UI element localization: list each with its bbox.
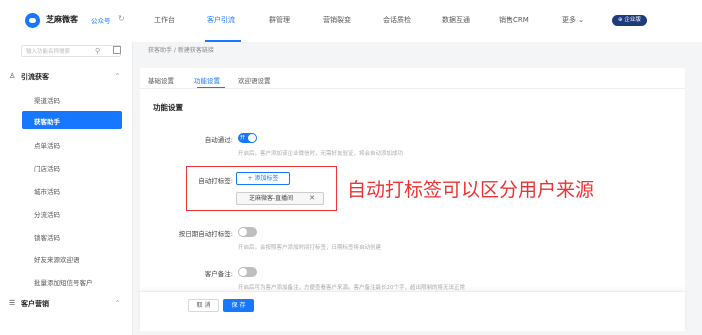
nav-session-qc[interactable]: 会话质检	[383, 15, 411, 25]
auto-pass-label: 自动通过:	[204, 136, 233, 144]
remark-toggle[interactable]	[238, 267, 257, 277]
nav-workbench[interactable]: 工作台	[154, 15, 175, 25]
sidebar-item-order-code[interactable]: 点单活码	[34, 140, 60, 150]
toggle-knob	[248, 134, 256, 142]
breadcrumb: 获客助手 / 新建获客链接	[148, 47, 214, 54]
nav-marketing-fission[interactable]: 营销裂变	[323, 15, 351, 25]
nav-data-sync[interactable]: 数据互通	[442, 15, 470, 25]
chevron-up-icon[interactable]: ^	[115, 300, 120, 307]
nav-sales-crm[interactable]: 销售CRM	[499, 15, 529, 25]
sidebar-item-welcome-msg[interactable]: 好友来源欢迎语	[34, 254, 80, 264]
sidebar-item-city-code[interactable]: 城市活码	[34, 186, 60, 196]
sidebar-item-channel-code[interactable]: 渠道活码	[34, 95, 60, 105]
toggle-knob	[239, 268, 247, 276]
active-tab-indicator	[197, 87, 225, 88]
section-title: 功能设置	[153, 103, 183, 112]
auto-pass-hint: 开启后，客户添加该企业微信时，无需好友验证，将会自动添加成功	[238, 151, 404, 157]
date-tag-toggle[interactable]	[238, 227, 257, 237]
sidebar-item-acquisition-assistant[interactable]: 获客助手	[22, 111, 122, 129]
nav-group-management[interactable]: 群管理	[269, 15, 290, 25]
tab-welcome-settings[interactable]: 欢迎语设置	[238, 75, 271, 85]
add-tag-button[interactable]: + 添加标签	[236, 172, 290, 185]
tab-divider	[140, 88, 685, 89]
sidebar-group-marketing[interactable]: 客户营销	[21, 299, 49, 309]
sidebar-item-lock-code[interactable]: 锁客活码	[34, 232, 60, 242]
account-type[interactable]: 公众号	[91, 15, 111, 25]
user-icon: ♙	[9, 72, 16, 80]
date-tag-label: 按日期自动打标签:	[178, 230, 233, 238]
brand-name: 芝麻微客	[46, 15, 78, 24]
sidebar-item-split-code[interactable]: 分流活码	[34, 209, 60, 219]
logo-icon	[25, 13, 40, 28]
save-button[interactable]: 保 存	[223, 299, 254, 312]
tab-feature-settings[interactable]: 功能设置	[194, 75, 220, 85]
sidebar-item-store-code[interactable]: 门店活码	[34, 163, 60, 173]
remark-label: 客户备注:	[204, 270, 233, 278]
annotation-text: 自动打标签可以区分用户来源	[347, 179, 595, 201]
nav-more[interactable]: 更多 ⌄	[562, 15, 584, 25]
close-icon[interactable]: ✕	[309, 193, 315, 204]
sidebar	[0, 42, 133, 335]
search-input[interactable]: 输入功能名称搜索	[21, 45, 121, 57]
date-tag-hint: 开启后，会按照客户添加时间打标签，日期标签将自动创建	[238, 245, 382, 251]
chevron-up-icon[interactable]: ^	[115, 73, 120, 80]
toggle-knob	[239, 228, 247, 236]
calendar-icon[interactable]	[113, 46, 121, 54]
cancel-button[interactable]: 取 消	[188, 299, 219, 312]
sidebar-item-sms-import[interactable]: 批量添加短信号客户	[34, 277, 93, 287]
sidebar-item-label: 获客助手	[34, 118, 60, 126]
auto-tag-label: 自动打标签:	[198, 177, 233, 185]
refresh-icon[interactable]: ↻	[118, 14, 125, 23]
nav-customer-acquisition[interactable]: 客户引流	[207, 15, 235, 25]
enterprise-badge: ⊕ 企业版	[612, 15, 647, 26]
sidebar-group-acquisition[interactable]: 引流获客	[21, 72, 49, 82]
footer-bar	[140, 291, 685, 331]
list-icon: ☰	[9, 299, 16, 307]
search-icon[interactable]: ⚲	[95, 47, 100, 55]
tab-basic-settings[interactable]: 基础设置	[148, 75, 174, 85]
toggle-state: 开	[240, 135, 246, 141]
tag-chip: 芝麻微客-直播间 ✕	[236, 192, 324, 205]
remark-hint: 开启后可为客户添加备注，方便查看客户来源。客户备注最长20个字，超出限制的将无法…	[238, 285, 466, 291]
tag-label: 芝麻微客-直播间	[249, 195, 294, 202]
auto-pass-toggle[interactable]: 开	[238, 133, 257, 143]
